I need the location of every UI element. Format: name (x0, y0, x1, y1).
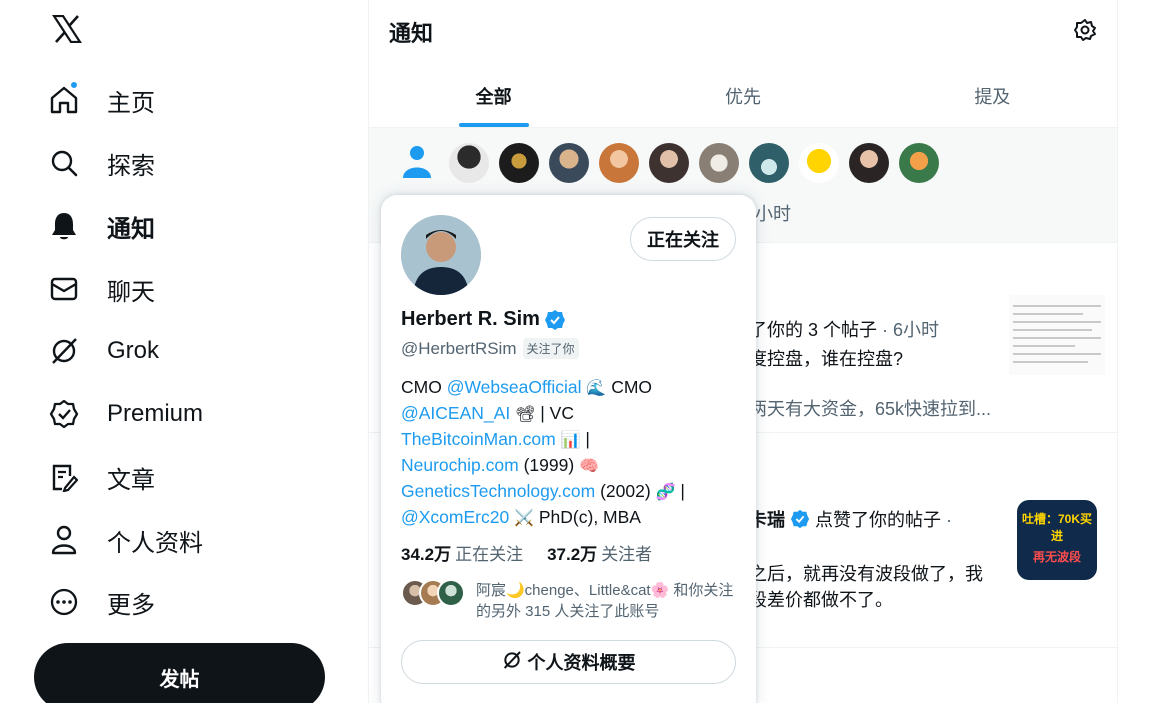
mutual-avatars (401, 579, 465, 607)
person-icon (44, 520, 84, 560)
verified-badge-icon (544, 309, 566, 331)
profile-summary-button[interactable]: 个人资料概要 (401, 640, 736, 684)
main-header: 通知 (369, 0, 1117, 64)
nav-explore-label: 探索 (107, 152, 155, 180)
bio-link[interactable]: GeneticsTechnology.com (401, 481, 595, 501)
post-thumbnail[interactable] (1009, 295, 1105, 375)
following-stat[interactable]: 34.2万 正在关注 (401, 540, 523, 565)
more-icon (44, 582, 84, 622)
page-title: 通知 (389, 21, 434, 46)
avatar[interactable] (549, 143, 589, 183)
avatar[interactable] (699, 143, 739, 183)
post-button[interactable]: 发帖 (34, 643, 325, 703)
search-icon (44, 143, 84, 183)
verified-badge-icon (44, 394, 84, 434)
nav-notifications-label: 通知 (107, 215, 155, 243)
avatar[interactable] (899, 143, 939, 183)
profile-hover-card: 正在关注 Herbert R. Sim @HerbertRSim 关注了你 CM… (381, 195, 756, 703)
bio-link[interactable]: @WebseaOfficial (447, 377, 582, 397)
follower-avatars (449, 143, 949, 183)
following-button[interactable]: 正在关注 (630, 217, 736, 261)
nav-articles[interactable]: 文章 (44, 452, 155, 502)
home-icon (44, 80, 84, 120)
nav-explore[interactable]: 探索 (44, 138, 155, 188)
avatar[interactable] (799, 143, 839, 183)
grok-icon (502, 650, 522, 675)
post-thumbnail[interactable]: 吐槽：70K买进 再无波段 (1017, 500, 1097, 580)
nav-more[interactable]: 更多 (44, 577, 155, 627)
nav-grok[interactable]: Grok (44, 326, 159, 376)
avatar[interactable] (599, 143, 639, 183)
bio-link[interactable]: @XcomErc20 (401, 507, 509, 527)
notif1-body2: 两天有大资金，65k快速拉到... (749, 399, 992, 419)
notif2-body: 之后，就再没有波段做了，我 (749, 564, 983, 584)
bell-icon (44, 206, 84, 246)
tab-all[interactable]: 全部 (369, 64, 618, 127)
follows-you-badge: 关注了你 (522, 338, 579, 359)
nav-grok-label: Grok (107, 337, 160, 364)
nav-home[interactable]: 主页 (44, 75, 155, 125)
followers-stat[interactable]: 37.2万 关注者 (547, 540, 652, 565)
avatar[interactable] (449, 143, 489, 183)
avatar (437, 579, 465, 607)
avatar[interactable] (401, 215, 481, 295)
person-follow-icon (401, 144, 433, 183)
profile-handle[interactable]: @HerbertRSim 关注了你 (401, 338, 579, 359)
nav-chat-label: 聊天 (107, 278, 155, 306)
nav-chat[interactable]: 聊天 (44, 264, 155, 314)
notif2-text: 卡瑞 点赞了你的帖子 · (749, 506, 952, 534)
thumb-line-1: 吐槽：70K买进 (1021, 512, 1092, 543)
nav-more-label: 更多 (107, 591, 155, 619)
notif1-body: 度控盘，谁在控盘? (749, 349, 904, 369)
profile-bio: CMO @WebseaOfficial 🌊 CMO @AICEAN_AI 📽 |… (401, 377, 685, 527)
profile-name[interactable]: Herbert R. Sim (401, 308, 566, 331)
x-logo-icon[interactable] (48, 10, 86, 48)
mail-icon (44, 269, 84, 309)
avatar[interactable] (649, 143, 689, 183)
article-icon (44, 457, 84, 497)
nav-profile[interactable]: 个人资料 (44, 515, 203, 565)
nav-premium-label: Premium (107, 400, 204, 427)
tab-mentions[interactable]: 提及 (868, 64, 1117, 127)
profile-stats: 34.2万 正在关注 37.2万 关注者 (401, 540, 652, 565)
bio-link[interactable]: TheBitcoinMan.com (401, 429, 556, 449)
avatar[interactable] (849, 143, 889, 183)
bio-link[interactable]: Neurochip.com (401, 455, 519, 475)
avatar[interactable] (499, 143, 539, 183)
nav-notifications[interactable]: 通知 (44, 201, 155, 251)
unread-dot (70, 81, 78, 89)
notif2-body2: 段差价都做不了。 (749, 590, 893, 610)
settings-gear-icon[interactable] (1073, 18, 1097, 47)
nav-home-label: 主页 (107, 89, 155, 117)
notif1-text: 了你的 3 个帖子 · 6小时 (749, 320, 940, 340)
avatar[interactable] (749, 143, 789, 183)
nav-premium[interactable]: Premium (44, 389, 203, 439)
notification-tabs: 全部 优先 提及 (369, 64, 1117, 128)
nav-articles-label: 文章 (107, 466, 155, 494)
bio-link[interactable]: @AICEAN_AI (401, 403, 510, 423)
sidebar: 主页 探索 通知 聊天 Grok Premium 文章 个人资料 更多 发帖 (0, 0, 368, 703)
tab-priority[interactable]: 优先 (618, 64, 867, 127)
grok-icon (44, 331, 84, 371)
verified-badge-icon (790, 509, 810, 534)
thumb-line-2: 再无波段 (1032, 550, 1081, 564)
follow-time: 小时 (755, 204, 791, 224)
mutual-followers-text[interactable]: 阿宸🌙chenge、Little&cat🌸 和你关注的另外 315 人关注了此账… (476, 580, 741, 622)
nav-profile-label: 个人资料 (107, 529, 203, 557)
